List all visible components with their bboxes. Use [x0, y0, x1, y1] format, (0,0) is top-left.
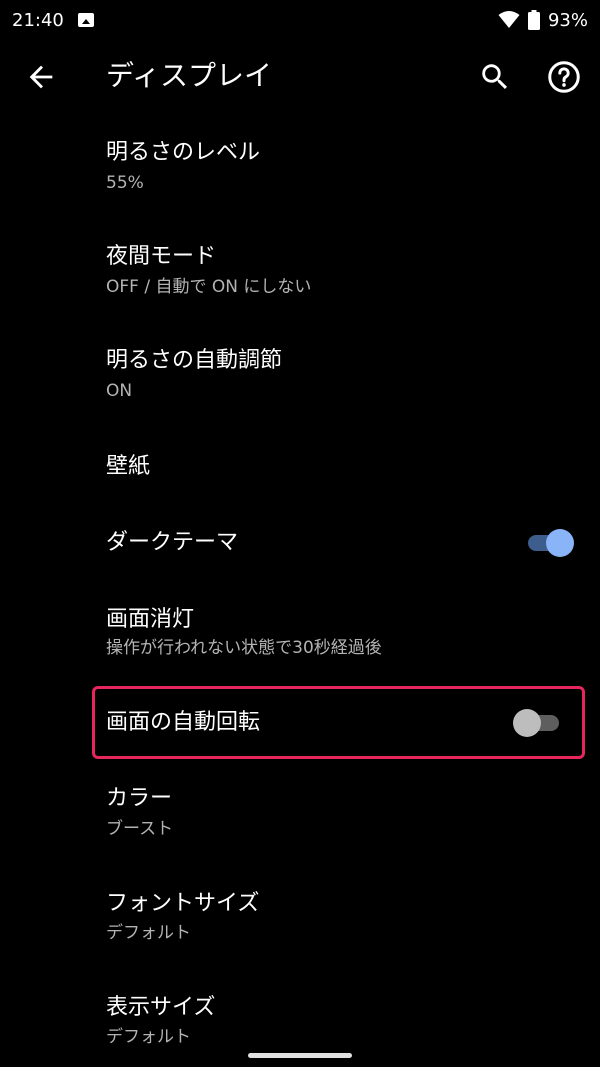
setting-adaptive-brightness[interactable]: 明るさの自動調節 ON: [0, 320, 600, 424]
setting-color[interactable]: カラー ブースト: [0, 760, 600, 864]
setting-subtitle: ON: [106, 381, 133, 401]
help-icon[interactable]: [546, 59, 582, 95]
image-notification-icon: [77, 13, 94, 27]
setting-subtitle: ブースト: [106, 819, 174, 839]
status-right: 93%: [498, 10, 588, 31]
battery-icon: [527, 10, 540, 30]
setting-subtitle: 操作が行われない状態で30秒経過後: [106, 638, 382, 658]
setting-brightness-level[interactable]: 明るさのレベル 55%: [0, 112, 600, 216]
toggle-thumb: [546, 529, 574, 557]
dark-theme-toggle[interactable]: [524, 528, 574, 558]
status-time: 21:40: [12, 9, 64, 31]
setting-title: 表示サイズ: [106, 995, 216, 1020]
setting-subtitle: 55%: [106, 173, 144, 193]
setting-title: カラー: [106, 786, 173, 811]
status-bar: 21:40 93%: [0, 0, 600, 40]
setting-screen-timeout[interactable]: 画面消灯 操作が行われない状態で30秒経過後: [0, 584, 600, 684]
setting-subtitle: デフォルト: [106, 923, 191, 943]
setting-title: 夜間モード: [106, 244, 217, 269]
setting-subtitle: デフォルト: [106, 1027, 191, 1047]
setting-night-mode[interactable]: 夜間モード OFF / 自動で ON にしない: [0, 216, 600, 320]
setting-title: 画面の自動回転: [106, 710, 261, 735]
setting-wallpaper[interactable]: 壁紙: [0, 424, 600, 508]
setting-dark-theme[interactable]: ダークテーマ: [0, 508, 600, 584]
gesture-nav-handle[interactable]: [248, 1053, 352, 1058]
auto-rotate-toggle[interactable]: [513, 708, 563, 738]
setting-title: フォントサイズ: [106, 891, 260, 916]
app-bar: ディスプレイ: [0, 40, 600, 112]
setting-auto-rotate[interactable]: 画面の自動回転: [0, 688, 600, 758]
back-arrow-icon[interactable]: [24, 60, 58, 94]
battery-percent: 93%: [547, 9, 588, 31]
setting-title: 画面消灯: [106, 607, 195, 632]
setting-title: ダークテーマ: [106, 530, 239, 555]
search-icon[interactable]: [478, 60, 512, 94]
wifi-icon: [498, 11, 520, 28]
page-title: ディスプレイ: [106, 59, 273, 92]
setting-title: 明るさの自動調節: [106, 348, 283, 373]
setting-font-size[interactable]: フォントサイズ デフォルト: [0, 864, 600, 968]
status-left: 21:40: [12, 10, 94, 31]
setting-subtitle: OFF / 自動で ON にしない: [106, 277, 312, 297]
setting-title: 明るさのレベル: [106, 140, 261, 165]
setting-title: 壁紙: [106, 454, 151, 479]
toggle-thumb: [513, 709, 541, 737]
